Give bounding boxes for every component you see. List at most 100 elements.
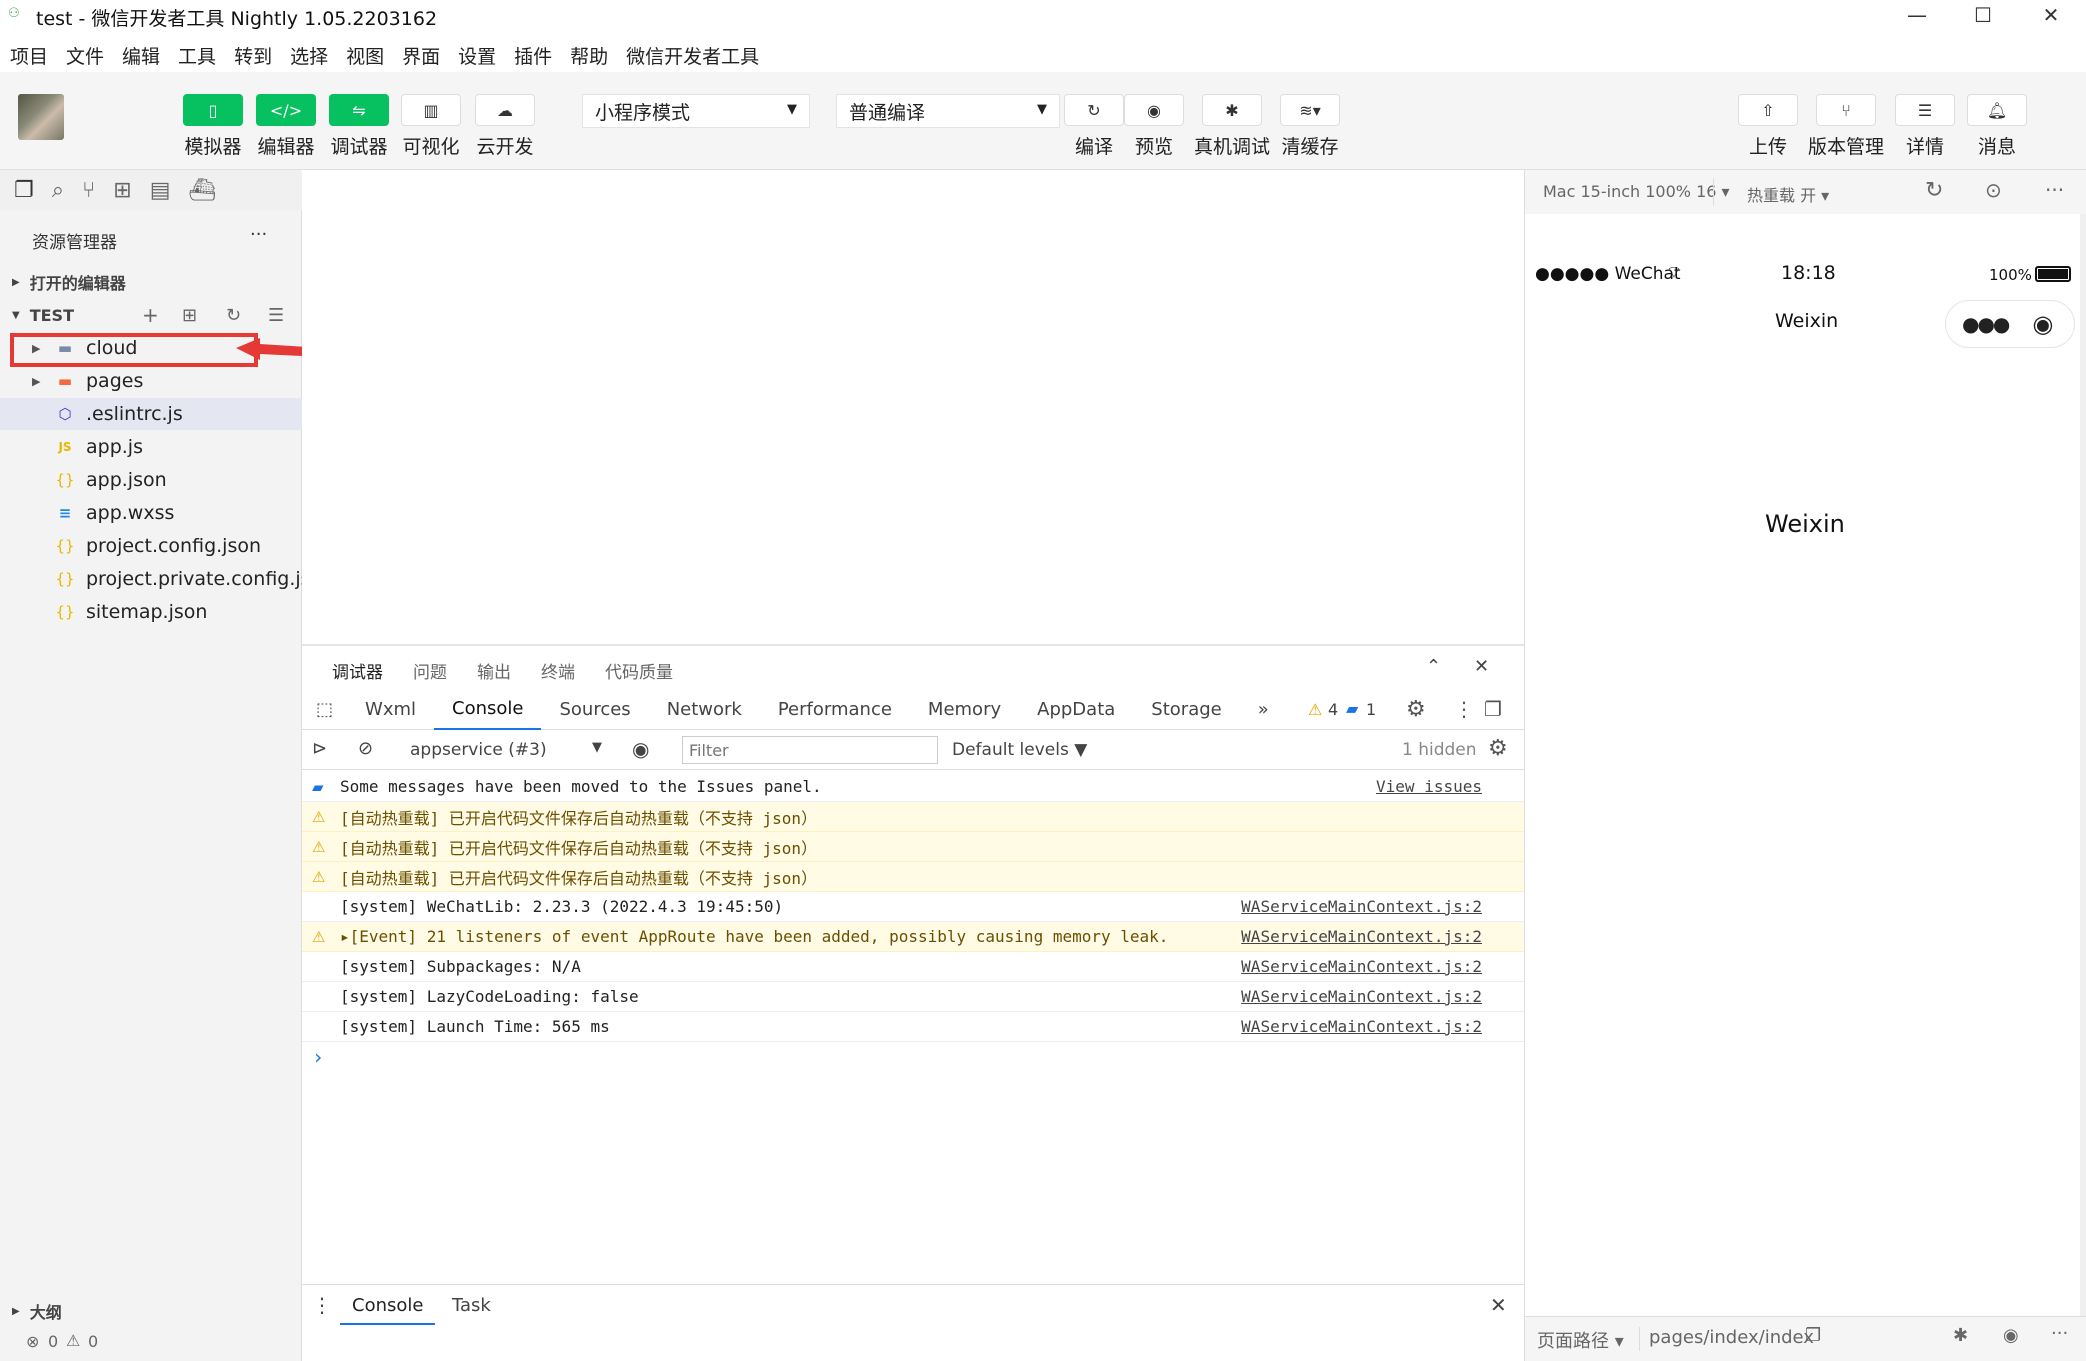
console-settings-icon[interactable]: ⚙ (1488, 736, 1508, 761)
rotate-icon[interactable]: ↻ (1925, 178, 1943, 203)
kebab-menu-icon[interactable]: ⋮ (1454, 697, 1474, 721)
menu-interface[interactable]: 界面 (402, 42, 440, 69)
open-editors-section[interactable]: ▶ 打开的编辑器 (0, 267, 302, 297)
extensions-icon[interactable]: ⊞ (113, 178, 131, 203)
menu-file[interactable]: 文件 (66, 42, 104, 69)
tab-performance[interactable]: Performance (760, 690, 910, 730)
tab-console[interactable]: Console (434, 690, 542, 730)
console-warning[interactable]: ⚠ ▸[Event] 21 listeners of event AppRout… (302, 922, 1524, 952)
tab-network[interactable]: Network (649, 690, 760, 730)
more-icon[interactable]: ··· (2045, 178, 2064, 202)
storage-icon[interactable]: ▤ (150, 178, 171, 203)
version-control-button[interactable]: ⑂ 版本管理 (1808, 94, 1884, 159)
drawer-tab-console[interactable]: Console (340, 1285, 436, 1325)
source-link[interactable]: WAServiceMainContext.js:2 (1241, 987, 1482, 1006)
stop-icon[interactable]: ⊙ (1985, 178, 2002, 202)
device-select[interactable]: Mac 15-inch 100% 16 ▾ (1543, 182, 1730, 201)
file-item-sitemap[interactable]: {} sitemap.json (0, 596, 302, 628)
log-levels-select[interactable]: Default levels ▼ (952, 740, 1087, 760)
kebab-menu-icon[interactable]: ⋮ (312, 1293, 332, 1317)
close-drawer-icon[interactable]: ✕ (1490, 1293, 1507, 1317)
avatar[interactable] (18, 94, 64, 140)
files-icon[interactable]: ❐ (14, 178, 34, 203)
menu-help[interactable]: 帮助 (570, 42, 608, 69)
inspect-element-icon[interactable]: ⬚ (302, 690, 347, 730)
simulator-toggle[interactable]: ▯ 模拟器 (182, 94, 244, 159)
tab-storage[interactable]: Storage (1133, 690, 1239, 730)
outline-section[interactable]: ▶ 大纲 (0, 1296, 302, 1326)
eye-icon[interactable]: ◉ (632, 737, 649, 761)
minimize-button[interactable]: — (1882, 0, 1952, 30)
view-issues-link[interactable]: View issues (1376, 777, 1482, 796)
menu-settings[interactable]: 设置 (458, 42, 496, 69)
tab-problems[interactable]: 问题 (413, 658, 447, 683)
cloud-dev-button[interactable]: ☁ 云开发 (474, 94, 536, 159)
menu-devtools[interactable]: 微信开发者工具 (626, 42, 759, 69)
new-file-icon[interactable]: + (142, 303, 159, 327)
docker-icon[interactable]: ⛴ (189, 178, 217, 203)
source-control-icon[interactable]: ⑂ (82, 178, 95, 203)
clear-console-icon[interactable]: ⊘ (358, 738, 373, 759)
menu-project[interactable]: 项目 (10, 42, 48, 69)
warning-count[interactable]: 4 (1328, 700, 1338, 719)
source-link[interactable]: WAServiceMainContext.js:2 (1241, 927, 1482, 946)
close-button[interactable]: ✕ (2016, 0, 2086, 30)
compile-button[interactable]: ↻ 编译 (1063, 94, 1125, 159)
tab-terminal[interactable]: 终端 (541, 658, 575, 683)
editor-area[interactable] (302, 170, 1524, 644)
close-miniprogram-icon[interactable]: ◉ (2032, 310, 2053, 338)
tab-output[interactable]: 输出 (477, 658, 511, 683)
hot-reload-select[interactable]: 热重载 开 ▾ (1747, 182, 1829, 206)
refresh-icon[interactable]: ↻ (226, 305, 241, 326)
tab-code-quality[interactable]: 代码质量 (605, 658, 673, 683)
project-section[interactable]: ▼ TEST + ⊞ ↻ ☰ (0, 300, 302, 330)
tab-sources[interactable]: Sources (541, 690, 648, 730)
page-path-select[interactable]: 页面路径 ▾ (1537, 1327, 1624, 1353)
preview-button[interactable]: ◉ 预览 (1123, 94, 1185, 159)
tab-debugger[interactable]: 调试器 (332, 658, 383, 683)
menu-edit[interactable]: 编辑 (122, 42, 160, 69)
console-filter-input[interactable] (682, 736, 938, 764)
close-debugger-icon[interactable]: ✕ (1474, 656, 1489, 677)
compile-mode-select[interactable]: 普通编译 ▼ (836, 94, 1060, 128)
more-dots-icon[interactable]: ●●● (1962, 312, 2010, 336)
source-link[interactable]: WAServiceMainContext.js:2 (1241, 1017, 1482, 1036)
console-prompt[interactable]: › (302, 1042, 1524, 1072)
copy-icon[interactable]: ❐ (1805, 1325, 1821, 1346)
dock-icon[interactable]: ❐ (1484, 697, 1502, 721)
new-folder-icon[interactable]: ⊞ (182, 305, 197, 326)
details-button[interactable]: ☰ 详情 (1894, 94, 1956, 159)
tab-wxml[interactable]: Wxml (347, 690, 434, 730)
file-item-app-json[interactable]: {} app.json (0, 464, 302, 496)
messages-button[interactable]: 🔔︎ 消息 (1966, 94, 2028, 159)
debugger-toggle[interactable]: ⇋ 调试器 (328, 94, 390, 159)
warning-icon[interactable]: ⚠ (66, 1331, 80, 1350)
more-tabs-button[interactable]: » (1240, 690, 1287, 730)
context-select[interactable]: appservice (#3) (410, 740, 547, 760)
gear-icon[interactable]: ⚙ (1406, 697, 1426, 722)
caret-down-icon[interactable]: ▼ (592, 740, 602, 755)
file-item-app-js[interactable]: JS app.js (0, 431, 302, 463)
info-count[interactable]: 1 (1366, 700, 1376, 719)
upload-button[interactable]: ⇧ 上传 (1737, 94, 1799, 159)
drawer-tab-task[interactable]: Task (452, 1295, 491, 1316)
file-item-project-private-config[interactable]: {} project.private.config.js... (0, 563, 328, 595)
mode-select[interactable]: 小程序模式 ▼ (582, 94, 810, 128)
clear-cache-button[interactable]: ≋▾ 清缓存 (1279, 94, 1341, 159)
maximize-button[interactable]: ☐ (1948, 0, 2018, 30)
menu-select[interactable]: 选择 (290, 42, 328, 69)
visual-toggle[interactable]: ▥ 可视化 (400, 94, 462, 159)
file-item-eslintrc[interactable]: ⬡ .eslintrc.js (0, 398, 302, 430)
menu-tools[interactable]: 工具 (178, 42, 216, 69)
menu-goto[interactable]: 转到 (234, 42, 272, 69)
bug-icon[interactable]: ✱ (1953, 1325, 1968, 1346)
sidebar-toggle-icon[interactable]: ⊳ (312, 738, 327, 759)
file-item-project-config[interactable]: {} project.config.json (0, 530, 302, 562)
editor-toggle[interactable]: </> 编辑器 (255, 94, 317, 159)
file-item-app-wxss[interactable]: ≡ app.wxss (0, 497, 302, 529)
chevron-up-icon[interactable]: ⌃ (1426, 656, 1441, 677)
real-device-debug-button[interactable]: ✱ 真机调试 (1194, 94, 1270, 159)
error-icon[interactable]: ⊗ (26, 1332, 39, 1351)
search-icon[interactable]: ⌕ (52, 178, 64, 203)
tab-appdata[interactable]: AppData (1019, 690, 1133, 730)
